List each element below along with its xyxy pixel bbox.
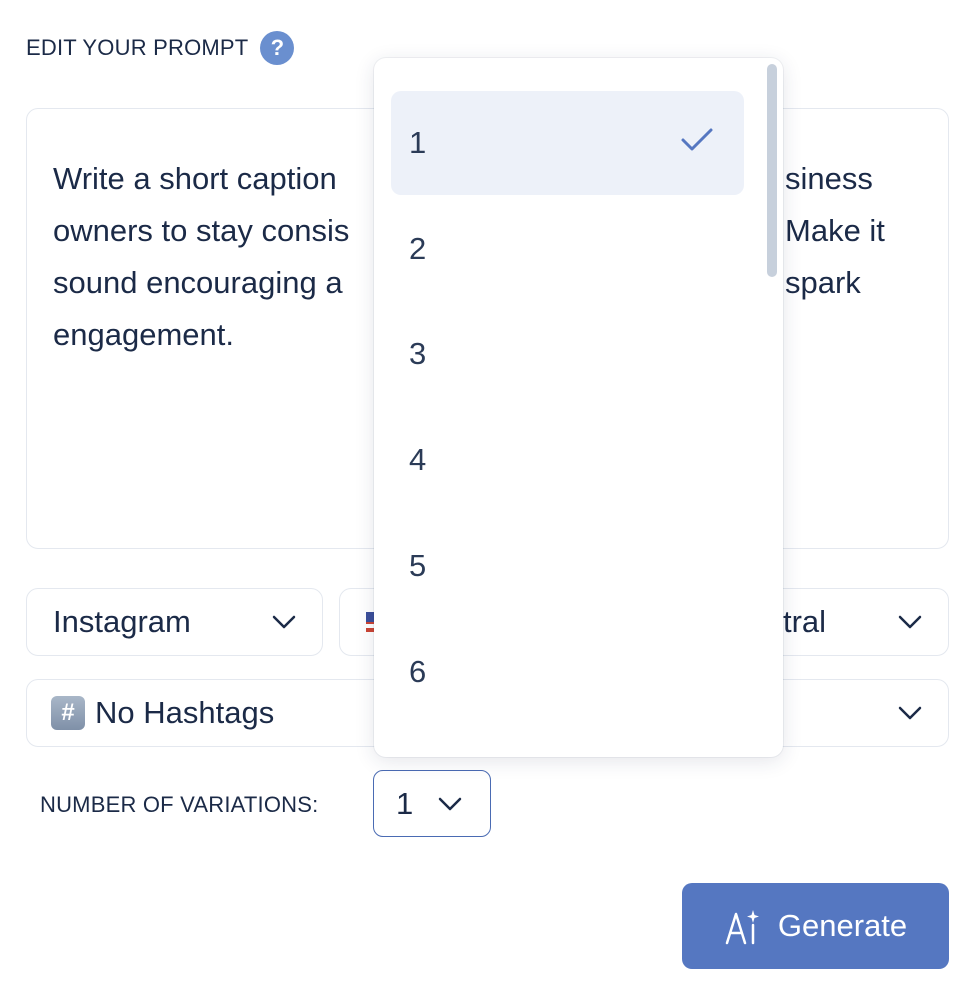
dropdown-option-1[interactable]: 1 <box>391 91 744 195</box>
dropdown-option-2[interactable]: 2 <box>391 197 744 301</box>
prompt-text-right-2: Make it <box>785 213 885 248</box>
dropdown-option-label: 4 <box>409 442 427 477</box>
variations-select[interactable]: 1 <box>373 770 491 837</box>
variations-dropdown-menu[interactable]: 1 2 3 4 5 6 <box>374 58 783 757</box>
platform-select-value: Instagram <box>53 604 191 639</box>
dropdown-option-label: 2 <box>409 231 427 266</box>
chevron-down-icon <box>438 797 462 811</box>
platform-select[interactable]: Instagram <box>26 588 323 656</box>
dropdown-option-6[interactable]: 6 <box>391 620 744 724</box>
dropdown-option-label: 1 <box>409 125 427 160</box>
variations-label: NUMBER OF VARIATIONS: <box>40 792 319 817</box>
dropdown-option-label: 6 <box>409 654 427 689</box>
prompt-text-right-1: siness <box>785 161 873 196</box>
help-icon[interactable]: ? <box>260 31 295 65</box>
hashtags-select-value: No Hashtags <box>95 695 275 730</box>
dropdown-option-4[interactable]: 4 <box>391 408 744 512</box>
variations-select-value: 1 <box>396 785 414 821</box>
dropdown-option-label: 5 <box>409 548 427 583</box>
tone-select-value: tral <box>783 604 827 639</box>
chevron-down-icon <box>272 615 296 629</box>
dropdown-option-3[interactable]: 3 <box>391 302 744 406</box>
prompt-text: Write a short caption owners to stay con… <box>53 161 350 352</box>
prompt-text-right-3: spark <box>785 265 861 300</box>
generate-button[interactable]: Generate <box>682 883 949 969</box>
ai-sparkle-icon <box>724 906 760 946</box>
dropdown-option-5[interactable]: 5 <box>391 514 744 618</box>
prompt-label-text: EDIT YOUR PROMPT <box>26 35 249 60</box>
chevron-down-icon <box>898 706 922 720</box>
hashtag-icon: # <box>51 696 85 730</box>
check-icon <box>680 125 714 161</box>
dropdown-scrollbar[interactable] <box>767 64 777 277</box>
prompt-section-label: EDIT YOUR PROMPT ? <box>26 31 295 65</box>
generate-button-label: Generate <box>777 908 908 943</box>
chevron-down-icon <box>898 615 922 629</box>
dropdown-option-label: 3 <box>409 336 427 371</box>
